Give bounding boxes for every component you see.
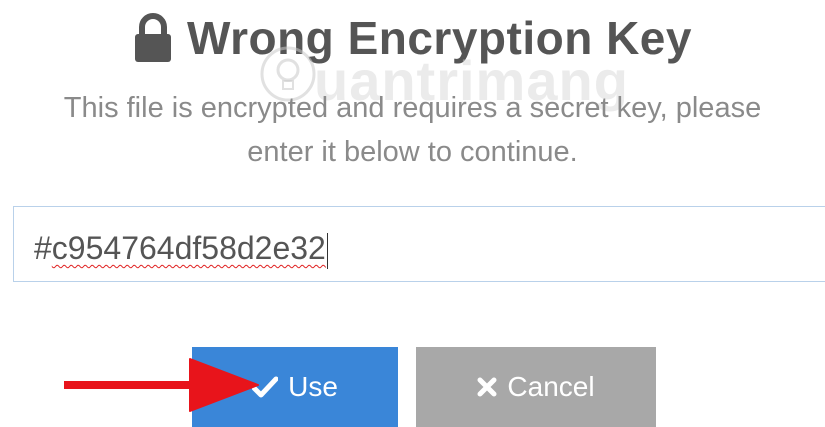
key-hash-prefix: # xyxy=(34,230,52,266)
use-button-label: Use xyxy=(288,371,338,402)
secret-key-input[interactable]: #c954764df58d2e32 xyxy=(13,206,825,282)
times-icon xyxy=(477,377,497,397)
cancel-button[interactable]: Cancel xyxy=(416,347,656,427)
dialog-message: This file is encrypted and requires a se… xyxy=(0,86,825,174)
key-value-text: c954764df58d2e32 xyxy=(51,230,326,266)
wrong-key-dialog: Wrong Encryption Key uantrimang This fil… xyxy=(0,0,825,427)
message-line-1: This file is encrypted and requires a se… xyxy=(63,92,762,124)
red-arrow-icon xyxy=(64,358,259,412)
secret-key-value[interactable]: #c954764df58d2e32 xyxy=(34,227,328,269)
text-caret xyxy=(326,232,328,269)
lock-icon xyxy=(135,13,171,62)
cancel-button-label: Cancel xyxy=(507,371,595,402)
dialog-title-row: Wrong Encryption Key xyxy=(0,8,825,68)
dialog-title: Wrong Encryption Key xyxy=(187,12,692,64)
message-line-2: enter it below to continue. xyxy=(247,136,578,168)
